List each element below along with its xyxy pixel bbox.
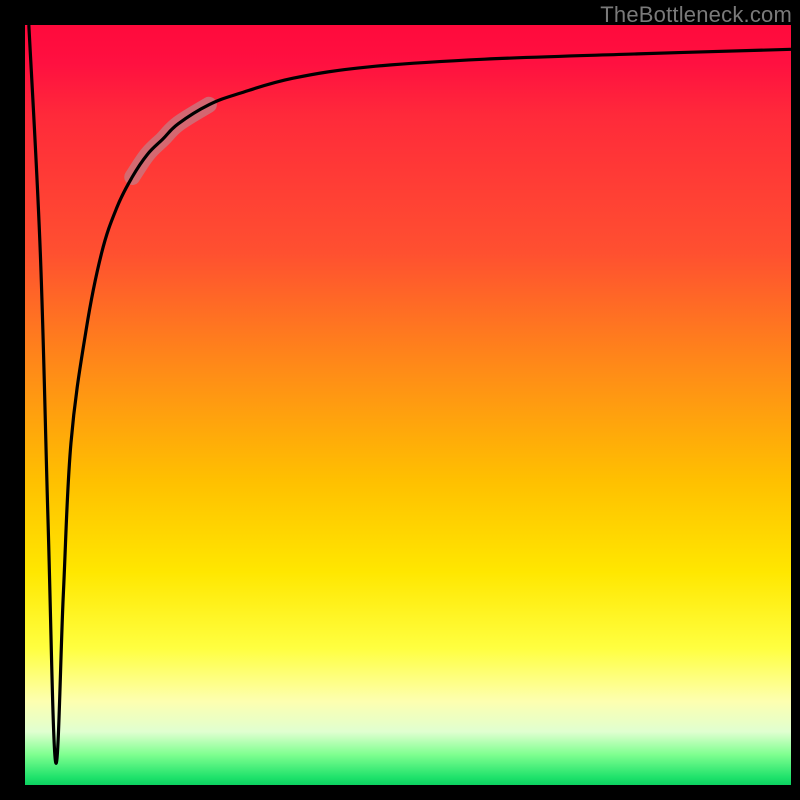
- plot-area: [25, 25, 791, 785]
- chart-frame: TheBottleneck.com: [0, 0, 800, 800]
- watermark-text: TheBottleneck.com: [600, 2, 792, 28]
- curve-layer: [25, 25, 791, 785]
- bottleneck-curve: [29, 25, 791, 763]
- curve-highlight: [132, 105, 209, 177]
